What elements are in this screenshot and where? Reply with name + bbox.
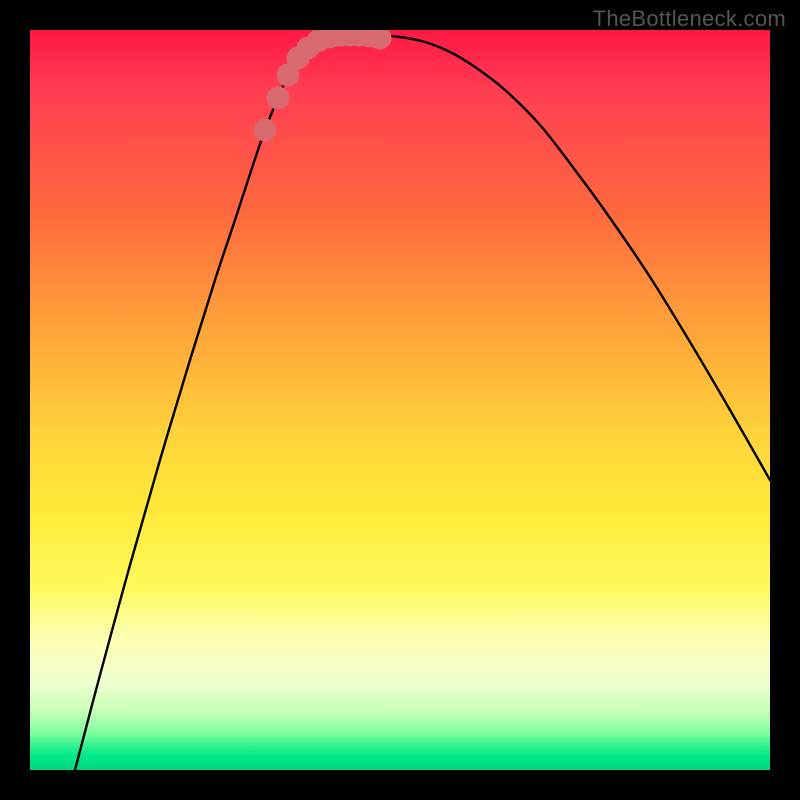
bottleneck-curve bbox=[75, 35, 770, 770]
watermark-text: TheBottleneck.com bbox=[593, 6, 786, 32]
trough-marker bbox=[267, 87, 289, 109]
trough-markers-group bbox=[254, 30, 391, 141]
plot-area bbox=[30, 30, 770, 770]
trough-marker bbox=[369, 30, 391, 49]
outer-frame: TheBottleneck.com bbox=[0, 0, 800, 800]
chart-svg bbox=[30, 30, 770, 770]
trough-marker bbox=[254, 119, 276, 141]
